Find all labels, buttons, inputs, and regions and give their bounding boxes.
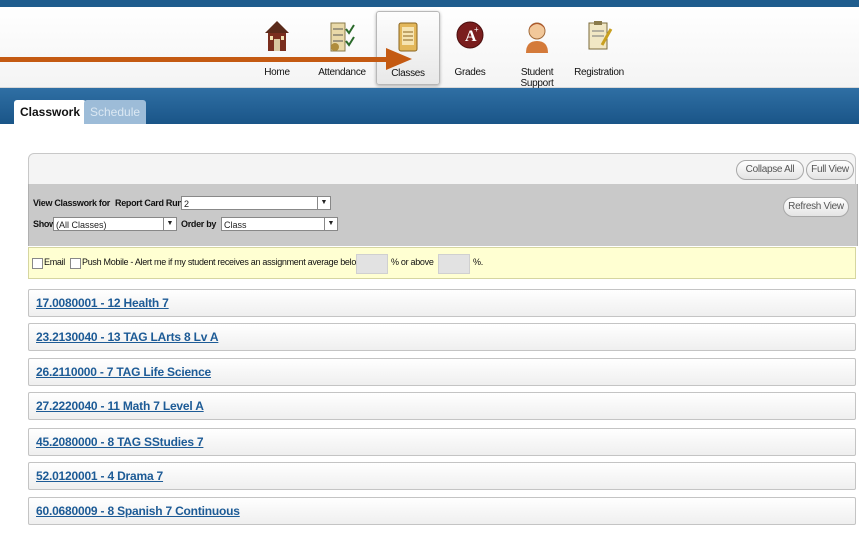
email-label: Email	[44, 257, 66, 267]
show-select[interactable]: (All Classes) ▼	[53, 217, 177, 231]
annotation-arrow	[0, 57, 390, 62]
chevron-down-icon: ▼	[317, 197, 330, 209]
class-link[interactable]: 60.0680009 - 8 Spanish 7 Continuous	[36, 504, 240, 518]
house-icon	[263, 19, 291, 56]
class-row: 23.2130040 - 13 TAG LArts 8 Lv A	[28, 323, 856, 351]
tab-bar: Classwork Schedule	[0, 88, 859, 124]
report-card-run-label: Report Card Run	[115, 198, 183, 208]
nav-grades[interactable]: A + Grades	[448, 11, 492, 83]
report-card-run-value: 2	[184, 199, 190, 209]
order-by-label: Order by	[181, 219, 216, 229]
full-view-button[interactable]: Full View	[806, 160, 854, 180]
class-link[interactable]: 52.0120001 - 4 Drama 7	[36, 469, 163, 483]
order-by-value: Class	[224, 220, 247, 230]
refresh-view-button[interactable]: Refresh View	[783, 197, 849, 217]
push-mobile-checkbox[interactable]	[70, 258, 81, 269]
email-checkbox[interactable]	[32, 258, 43, 269]
push-mobile-label: Push Mobile - Alert me if my student rec…	[82, 257, 363, 267]
panel-toolbar: Collapse All Full View	[28, 153, 856, 185]
class-link[interactable]: 17.0080001 - 12 Health 7	[36, 296, 169, 310]
grades-icon: A +	[455, 19, 485, 56]
nav-label: Student Support	[520, 67, 554, 89]
above-percent-input[interactable]	[438, 254, 470, 274]
class-link[interactable]: 23.2130040 - 13 TAG LArts 8 Lv A	[36, 330, 219, 344]
alert-settings: Email Push Mobile - Alert me if my stude…	[28, 247, 856, 279]
nav-student-support[interactable]: Student Support	[504, 11, 570, 89]
class-row: 45.2080000 - 8 TAG SStudies 7	[28, 428, 856, 456]
order-by-select[interactable]: Class ▼	[221, 217, 338, 231]
nav-attendance[interactable]: Attendance	[313, 11, 371, 83]
nav-label: Attendance	[318, 67, 366, 78]
nav-label: Registration	[574, 67, 624, 78]
nav-home[interactable]: Home	[254, 11, 300, 83]
class-link[interactable]: 27.2220040 - 11 Math 7 Level A	[36, 399, 204, 413]
report-card-run-select[interactable]: 2 ▼	[181, 196, 331, 210]
class-row: 17.0080001 - 12 Health 7	[28, 289, 856, 317]
nav-label: Grades	[454, 67, 486, 78]
order-by-text: Order by	[181, 219, 217, 229]
class-row: 27.2220040 - 11 Math 7 Level A	[28, 392, 856, 420]
report-card-run-text: Report Card Run	[115, 198, 183, 208]
class-row: 52.0120001 - 4 Drama 7	[28, 462, 856, 490]
nav-registration[interactable]: Registration	[574, 11, 624, 83]
show-value: (All Classes)	[56, 220, 107, 230]
class-link[interactable]: 45.2080000 - 8 TAG SStudies 7	[36, 435, 204, 449]
tab-schedule[interactable]: Schedule	[84, 100, 147, 124]
or-above-label: % or above	[391, 257, 434, 267]
nav-label: Home	[264, 67, 290, 78]
registration-icon	[584, 19, 614, 58]
collapse-all-button[interactable]: Collapse All	[736, 160, 804, 180]
student-support-icon	[522, 19, 552, 58]
chevron-down-icon: ▼	[163, 218, 176, 230]
annotation-arrow-head	[386, 48, 412, 70]
attendance-icon	[327, 19, 357, 58]
class-link[interactable]: 26.2110000 - 7 TAG Life Science	[36, 365, 211, 379]
tab-classwork[interactable]: Classwork	[14, 100, 87, 124]
view-classwork-label: View Classwork for	[33, 198, 110, 208]
below-percent-input[interactable]	[356, 254, 388, 274]
top-accent-bar	[0, 0, 859, 7]
class-row: 26.2110000 - 7 TAG Life Science	[28, 358, 856, 386]
svg-text:+: +	[474, 25, 479, 34]
view-classwork-text: View Classwork for	[33, 198, 110, 208]
classwork-panel: Collapse All Full View View Classwork fo…	[28, 153, 858, 525]
main-nav: Home Attendance Classes A + Grades Studen…	[0, 7, 859, 89]
chevron-down-icon: ▼	[324, 218, 337, 230]
class-row: 60.0680009 - 8 Spanish 7 Continuous	[28, 497, 856, 525]
filter-area: View Classwork for Report Card Run 2 ▼ S…	[28, 184, 858, 246]
percent-label: %.	[473, 257, 483, 267]
